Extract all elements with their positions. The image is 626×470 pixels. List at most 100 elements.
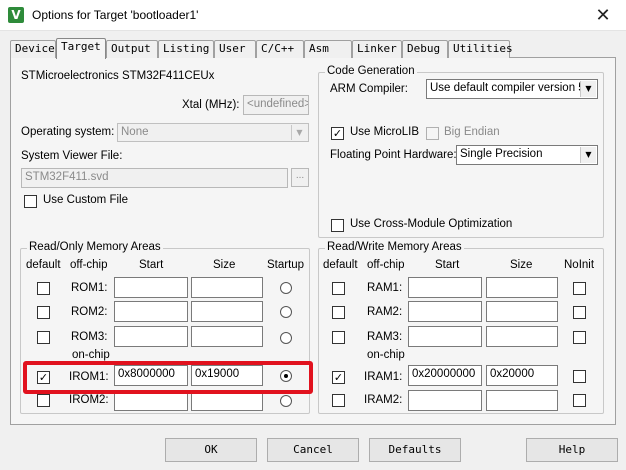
irom2-startup-radio[interactable] bbox=[280, 395, 292, 407]
tab-debug[interactable]: Debug bbox=[402, 40, 448, 58]
ram1-start-input[interactable] bbox=[408, 277, 482, 298]
help-button[interactable]: Help bbox=[526, 438, 618, 462]
tab-target[interactable]: Target bbox=[56, 38, 106, 59]
iram1-size-input[interactable]: 0x20000 bbox=[486, 365, 558, 386]
irom1-highlight-box bbox=[23, 361, 313, 394]
rom1-size-input[interactable] bbox=[191, 277, 263, 298]
rom3-start-input[interactable] bbox=[114, 326, 188, 347]
ram3-default-checkbox[interactable] bbox=[332, 331, 345, 344]
ram-header-start: Start bbox=[435, 259, 460, 271]
fp-hardware-value: Single Precision bbox=[460, 148, 543, 160]
ram-header-noinit: NoInit bbox=[564, 259, 595, 271]
rom2-label: ROM2: bbox=[71, 306, 108, 318]
xtal-input[interactable]: <undefined> bbox=[243, 95, 309, 115]
arm-compiler-label: ARM Compiler: bbox=[330, 83, 408, 95]
irom2-label: IROM2: bbox=[69, 394, 109, 406]
rom2-start-input[interactable] bbox=[114, 301, 188, 322]
cancel-button[interactable]: Cancel bbox=[267, 438, 359, 462]
use-custom-file-label: Use Custom File bbox=[43, 194, 128, 206]
svd-browse-button[interactable]: ... bbox=[291, 168, 309, 187]
defaults-button[interactable]: Defaults bbox=[369, 438, 461, 462]
tab-user[interactable]: User bbox=[214, 40, 256, 58]
rom-header-default: default bbox=[26, 259, 61, 271]
rom-header-start: Start bbox=[139, 259, 164, 271]
iram1-label: IRAM1: bbox=[364, 371, 403, 383]
ram2-default-checkbox[interactable] bbox=[332, 306, 345, 319]
tab-asm[interactable]: Asm bbox=[304, 40, 352, 58]
rom-header-offchip: off-chip bbox=[70, 259, 108, 271]
rom3-size-input[interactable] bbox=[191, 326, 263, 347]
tab-device[interactable]: Device bbox=[10, 40, 56, 58]
irom2-default-checkbox[interactable] bbox=[37, 394, 50, 407]
iram2-default-checkbox[interactable] bbox=[332, 394, 345, 407]
chevron-down-icon: ▼ bbox=[580, 81, 596, 97]
close-icon[interactable]: ✕ bbox=[580, 0, 626, 31]
rom3-default-checkbox[interactable] bbox=[37, 331, 50, 344]
rom1-startup-radio[interactable] bbox=[280, 282, 292, 294]
window-title: Options for Target 'bootloader1' bbox=[32, 8, 199, 22]
use-custom-file-checkbox[interactable] bbox=[24, 195, 37, 208]
iram1-start-input[interactable]: 0x20000000 bbox=[408, 365, 482, 386]
ram1-size-input[interactable] bbox=[486, 277, 558, 298]
device-name: STMicroelectronics STM32F411CEUx bbox=[21, 70, 215, 82]
ram3-noinit-checkbox[interactable] bbox=[573, 331, 586, 344]
ram2-size-input[interactable] bbox=[486, 301, 558, 322]
ram3-label: RAM3: bbox=[367, 331, 403, 343]
chevron-down-icon: ▼ bbox=[580, 147, 596, 163]
fp-hardware-dropdown[interactable]: Single Precision ▼ bbox=[456, 145, 598, 165]
tab-c-cpp[interactable]: C/C++ bbox=[256, 40, 304, 58]
rom-areas-title: Read/Only Memory Areas bbox=[27, 241, 163, 253]
fp-hardware-label: Floating Point Hardware: bbox=[330, 149, 457, 161]
os-dropdown[interactable]: None ▼ bbox=[117, 123, 309, 142]
rom1-start-input[interactable] bbox=[114, 277, 188, 298]
ok-button[interactable]: OK bbox=[165, 438, 257, 462]
iram2-noinit-checkbox[interactable] bbox=[573, 394, 586, 407]
arm-compiler-value: Use default compiler version 5 bbox=[430, 82, 585, 94]
svd-input[interactable]: STM32F411.svd bbox=[21, 168, 288, 188]
iram2-label: IRAM2: bbox=[364, 394, 403, 406]
ram3-size-input[interactable] bbox=[486, 326, 558, 347]
ram1-label: RAM1: bbox=[367, 282, 403, 294]
keil-app-icon: V bbox=[8, 7, 24, 23]
ram2-start-input[interactable] bbox=[408, 301, 482, 322]
arm-compiler-dropdown[interactable]: Use default compiler version 5 ▼ bbox=[426, 79, 598, 99]
rom3-label: ROM3: bbox=[71, 331, 108, 343]
ram-areas-title: Read/Write Memory Areas bbox=[325, 241, 464, 253]
os-label: Operating system: bbox=[21, 126, 115, 138]
rom1-label: ROM1: bbox=[71, 282, 108, 294]
ram-header-size: Size bbox=[510, 259, 533, 271]
iram1-noinit-checkbox[interactable] bbox=[573, 370, 586, 383]
tab-linker[interactable]: Linker bbox=[352, 40, 402, 58]
ram-header-offchip: off-chip bbox=[367, 259, 405, 271]
iram2-size-input[interactable] bbox=[486, 390, 558, 411]
chevron-down-icon: ▼ bbox=[291, 125, 307, 140]
iram1-default-checkbox[interactable]: ✓ bbox=[332, 371, 345, 384]
rom3-startup-radio[interactable] bbox=[280, 332, 292, 344]
ram1-noinit-checkbox[interactable] bbox=[573, 282, 586, 295]
tab-utilities[interactable]: Utilities bbox=[448, 40, 513, 58]
title-bar: V Options for Target 'bootloader1' ✕ bbox=[0, 0, 626, 31]
cross-module-label: Use Cross-Module Optimization bbox=[350, 218, 513, 230]
rom2-startup-radio[interactable] bbox=[280, 306, 292, 318]
rom-header-startup: Startup bbox=[267, 259, 305, 271]
ram2-label: RAM2: bbox=[367, 306, 403, 318]
iram2-start-input[interactable] bbox=[408, 390, 482, 411]
cross-module-checkbox[interactable] bbox=[331, 219, 344, 232]
big-endian-checkbox[interactable] bbox=[426, 127, 439, 140]
ram3-start-input[interactable] bbox=[408, 326, 482, 347]
ram-header-default: default bbox=[323, 259, 358, 271]
code-generation-title: Code Generation bbox=[325, 65, 417, 77]
rom2-default-checkbox[interactable] bbox=[37, 306, 50, 319]
ram1-default-checkbox[interactable] bbox=[332, 282, 345, 295]
use-microlib-checkbox[interactable]: ✓ bbox=[331, 127, 344, 140]
rom-header-size: Size bbox=[213, 259, 236, 271]
rom2-size-input[interactable] bbox=[191, 301, 263, 322]
os-value: None bbox=[121, 126, 149, 138]
svd-label: System Viewer File: bbox=[21, 150, 123, 162]
big-endian-label: Big Endian bbox=[444, 126, 500, 138]
tab-output[interactable]: Output bbox=[106, 40, 158, 58]
ram2-noinit-checkbox[interactable] bbox=[573, 306, 586, 319]
tab-listing[interactable]: Listing bbox=[158, 40, 214, 58]
rom1-default-checkbox[interactable] bbox=[37, 282, 50, 295]
xtal-label: Xtal (MHz): bbox=[182, 99, 240, 111]
